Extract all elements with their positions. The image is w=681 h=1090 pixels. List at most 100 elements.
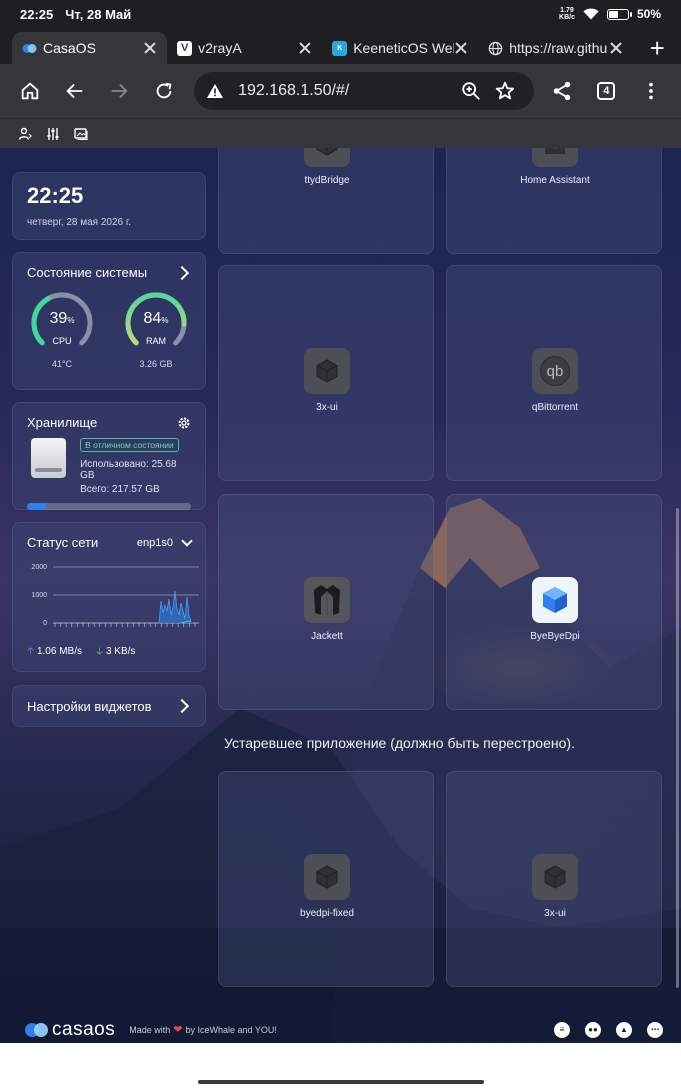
app-card-3x-ui-legacy[interactable]: 3x-ui xyxy=(446,771,662,987)
storage-usage-fill xyxy=(27,503,47,510)
status-date: Чт, 28 Май xyxy=(65,6,132,22)
home-button[interactable] xyxy=(8,68,53,114)
close-tab-icon[interactable] xyxy=(298,41,312,55)
url-text[interactable]: 192.168.1.50/#/ xyxy=(238,82,453,100)
close-tab-icon[interactable] xyxy=(609,41,623,55)
app-name: Jackett xyxy=(311,631,343,642)
status-indicators: 1.79 KB/c 50% xyxy=(559,7,661,21)
tab-casaos[interactable]: CasaOS xyxy=(12,32,168,64)
github-icon[interactable]: ▲ xyxy=(616,1021,632,1038)
casaos-logo[interactable]: casaos xyxy=(24,1019,115,1041)
globe-icon xyxy=(488,41,503,55)
more-vertical-icon xyxy=(648,82,653,100)
menu-button[interactable] xyxy=(629,68,674,114)
scrollbar[interactable] xyxy=(676,508,679,988)
gear-icon[interactable] xyxy=(177,416,191,430)
app-name: ByeByeDpi xyxy=(530,631,580,642)
tab-count: 4 xyxy=(597,82,616,100)
made-with-text: Made with ❤ by IceWhale and YOU! xyxy=(129,1024,277,1036)
zoom-button[interactable] xyxy=(454,74,488,108)
widget-settings-button[interactable]: Настройки виджетов xyxy=(12,685,206,727)
close-tab-icon[interactable] xyxy=(143,41,157,55)
home-assistant-icon xyxy=(545,148,565,154)
clock-date: четверг, 28 мая 2026 г. xyxy=(27,217,132,228)
app-card-ttydbridge[interactable]: ttydBridge xyxy=(218,148,434,254)
tab-title: KeeneticOS Web xyxy=(353,40,455,56)
cube-icon xyxy=(544,865,566,889)
jacket-icon xyxy=(314,585,340,615)
app-card-3x-ui[interactable]: 3x-ui xyxy=(218,265,434,481)
cpu-temperature: 41°C xyxy=(51,359,73,369)
bookmarks-bar xyxy=(0,118,681,148)
casaos-favicon xyxy=(22,41,37,56)
storage-usage-bar xyxy=(27,503,191,510)
app-icon xyxy=(532,577,578,623)
cube-icon xyxy=(316,359,338,383)
keenetic-favicon: K xyxy=(332,40,348,56)
system-status-title: Состояние системы xyxy=(27,265,148,280)
image-gallery-icon[interactable] xyxy=(74,127,88,141)
tab-title: CasaOS xyxy=(43,40,96,56)
app-name: byedpi-fixed xyxy=(300,908,354,919)
tab-switcher-button[interactable]: 4 xyxy=(584,68,629,114)
warning-icon[interactable] xyxy=(206,83,224,99)
network-traffic-chart: 2000 1000 0 xyxy=(31,564,199,627)
system-status-header[interactable]: Состояние системы xyxy=(27,265,191,280)
v2raya-favicon: V xyxy=(177,40,193,56)
cpu-label: CPU xyxy=(52,336,72,346)
new-tab-button[interactable]: + xyxy=(633,32,681,64)
person-icon[interactable] xyxy=(18,127,32,141)
app-card-jackett[interactable]: Jackett xyxy=(218,494,434,710)
download-speed: 🡣 3 KB/s xyxy=(96,646,136,657)
app-icon xyxy=(304,348,350,394)
interface-selector[interactable]: enp1s0 xyxy=(137,534,193,549)
reload-button[interactable] xyxy=(142,68,187,114)
app-icon xyxy=(532,854,578,900)
clock-widget: 22:25 четверг, 28 мая 2026 г. xyxy=(12,172,206,240)
chat-icon[interactable]: ⋯ xyxy=(647,1021,663,1038)
chevron-right-icon[interactable] xyxy=(174,265,190,280)
gauges: 39% CPU 41°C 84% RAM 3.26 GB xyxy=(27,290,191,369)
discord-icon[interactable]: ●● xyxy=(585,1021,601,1038)
address-bar[interactable]: 192.168.1.50/#/ xyxy=(194,72,534,110)
chevron-right-icon xyxy=(174,698,190,714)
app-card-home-assistant[interactable]: Home Assistant xyxy=(446,148,662,254)
tab-raw-github[interactable]: https://raw.githu xyxy=(478,32,633,64)
y-tick-label: 1000 xyxy=(31,592,47,599)
footer: casaos Made with ❤ by IceWhale and YOU! … xyxy=(0,1016,681,1043)
qbittorrent-icon: qb xyxy=(540,356,570,386)
browser-tab-strip: CasaOS V v2rayA K KeeneticOS Web https:/… xyxy=(0,28,681,64)
home-gesture-bar[interactable] xyxy=(198,1080,484,1084)
tab-keenetic[interactable]: K KeeneticOS Web xyxy=(322,32,478,64)
home-icon xyxy=(22,82,39,100)
tab-v2raya[interactable]: V v2rayA xyxy=(167,32,322,64)
sliders-icon[interactable] xyxy=(46,127,60,141)
app-icon xyxy=(304,854,350,900)
share-button[interactable] xyxy=(540,68,585,114)
app-card-qbittorrent[interactable]: qb qBittorrent xyxy=(446,265,662,481)
hard-drive-icon xyxy=(31,438,67,478)
health-badge: В отличном состоянии xyxy=(80,438,179,452)
storage-body: В отличном состоянии Использовано: 25.68… xyxy=(27,438,191,495)
system-status-widget: Состояние системы 39% CPU 41°C 84% RAM 3… xyxy=(12,252,206,390)
back-button[interactable] xyxy=(53,68,98,114)
app-name: 3x-ui xyxy=(544,908,566,919)
arrow-up-icon: 🡡 xyxy=(27,646,35,657)
storage-header: Хранилище xyxy=(27,415,191,430)
app-name: ttydBridge xyxy=(304,175,350,186)
zoom-in-icon xyxy=(461,82,480,100)
forward-button[interactable] xyxy=(97,68,142,114)
forum-icon[interactable]: ≡ xyxy=(554,1021,570,1038)
logo-text: casaos xyxy=(52,1018,116,1040)
ram-used: 3.26 GB xyxy=(139,359,173,369)
bookmark-button[interactable] xyxy=(488,74,522,108)
system-navigation-bar xyxy=(0,1043,681,1090)
widget-settings-label: Настройки виджетов xyxy=(27,698,152,714)
app-icon xyxy=(304,148,350,167)
close-tab-icon[interactable] xyxy=(454,41,468,55)
star-icon xyxy=(495,81,514,100)
app-card-byedpi-fixed[interactable]: byedpi-fixed xyxy=(218,771,434,987)
network-widget: Статус сети enp1s0 2000 1000 0 🡡 1.06 MB… xyxy=(12,522,206,672)
app-card-byebyedpi[interactable]: ByeByeDpi xyxy=(446,494,662,710)
status-time: 22:25 xyxy=(20,6,54,22)
